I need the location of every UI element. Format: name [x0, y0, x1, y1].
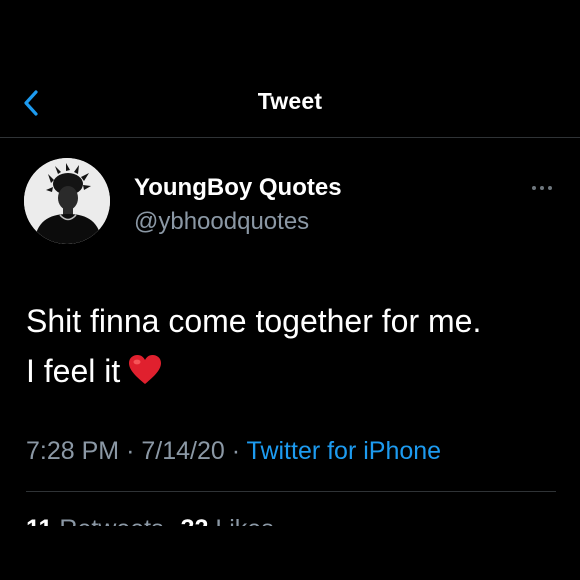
red-heart-emoji	[129, 355, 162, 384]
retweets-count[interactable]: 11	[26, 515, 52, 526]
avatar[interactable]	[24, 158, 110, 244]
more-horizontal-icon	[532, 186, 552, 190]
tweet-meta: 7:28 PM · 7/14/20 · Twitter for iPhone	[26, 437, 441, 466]
tweet-source-link[interactable]: Twitter for iPhone	[247, 437, 442, 465]
more-options-button[interactable]	[526, 178, 558, 198]
author-name[interactable]: YoungBoy Quotes	[134, 174, 342, 202]
tweet-date: 7/14/20	[141, 437, 225, 465]
likes-label[interactable]: Likes	[215, 515, 273, 526]
tweet-stats: 11 Retweets 32 Likes	[26, 512, 386, 526]
tweet-text: Shit finna come together for me. I feel …	[26, 296, 566, 396]
page-title: Tweet	[257, 88, 323, 114]
tweet-detail-screen: Tweet YoungBoy Quotes @ybhoodquotes Shit…	[0, 0, 580, 580]
tweet-text-line-2-container: I feel it	[26, 346, 566, 396]
retweets-label[interactable]: Retweets	[59, 515, 163, 526]
meta-separator: ·	[126, 437, 135, 465]
tweet-text-line-2: I feel it	[26, 353, 121, 389]
author-handle[interactable]: @ybhoodquotes	[134, 208, 309, 236]
tweet-time: 7:28 PM	[26, 437, 120, 465]
navigation-bar: Tweet	[0, 0, 580, 138]
tweet-text-line-1: Shit finna come together for me.	[26, 303, 482, 339]
meta-divider	[26, 491, 556, 492]
navbar-divider	[0, 137, 580, 138]
likes-count[interactable]: 32	[181, 515, 209, 526]
profile-photo	[24, 158, 110, 244]
meta-separator: ·	[231, 437, 241, 465]
